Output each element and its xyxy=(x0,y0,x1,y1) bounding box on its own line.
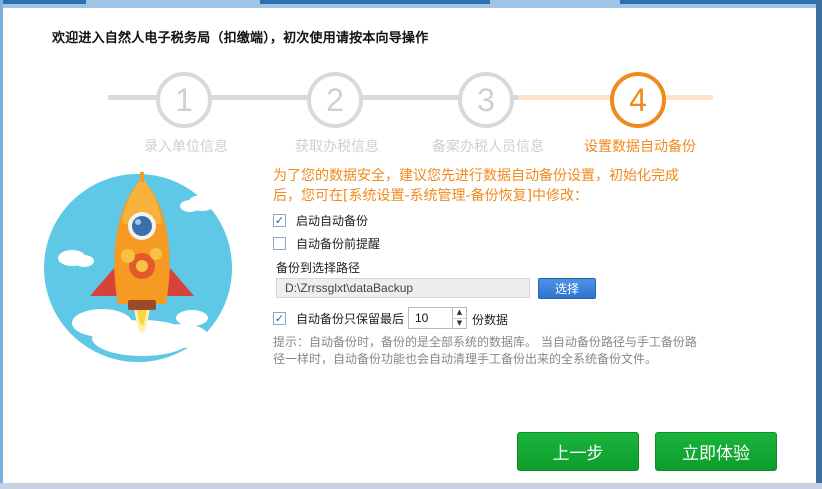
backup-hint: 提示：自动备份时，备份的是全部系统的数据库。 当自动备份路径与手工备份路径一样时… xyxy=(273,335,697,366)
backup-path-label: 备份到选择路径 xyxy=(276,261,361,275)
step-4-label: 设置数据自动备份 xyxy=(584,139,696,155)
step-2-circle: 2 xyxy=(307,72,363,128)
keep-latest-row[interactable]: 自动备份只保留最后 xyxy=(273,310,404,327)
backup-path-input[interactable]: D:\Zrrssglxt\dataBackup xyxy=(276,278,530,298)
enable-auto-backup-checkbox[interactable] xyxy=(273,214,286,227)
enable-auto-backup-label: 启动自动备份 xyxy=(296,214,369,228)
backup-intro: 为了您的数据安全，建议您先进行数据自动备份设置，初始化完成后，您可在[系统设置-… xyxy=(273,168,679,204)
rocket-illustration xyxy=(44,172,232,362)
step-3-circle: 3 xyxy=(458,72,514,128)
step-4-circle: 4 xyxy=(610,72,666,128)
keep-count-value[interactable]: 10 xyxy=(409,308,452,328)
step-3-label: 备案办税人员信息 xyxy=(432,139,544,155)
step-progress: 1 2 3 4 录入单位信息 获取办税信息 备案办税人员信息 设置数据自动备份 xyxy=(0,66,822,156)
start-now-button[interactable]: 立即体验 xyxy=(655,432,777,471)
enable-auto-backup-row[interactable]: 启动自动备份 xyxy=(273,212,368,229)
step-2-label: 获取办税信息 xyxy=(295,139,379,155)
window-bottom-border xyxy=(0,483,822,489)
keep-count-stepper[interactable]: 10 ▲ ▼ xyxy=(408,307,467,329)
stepper-arrows[interactable]: ▲ ▼ xyxy=(452,308,466,328)
choose-path-button[interactable]: 选择 xyxy=(538,278,596,299)
step-1-label: 录入单位信息 xyxy=(144,139,228,155)
remind-before-backup-row[interactable]: 自动备份前提醒 xyxy=(273,235,380,252)
stepper-down-icon[interactable]: ▼ xyxy=(453,319,466,329)
prev-step-button[interactable]: 上一步 xyxy=(517,432,639,471)
keep-latest-checkbox[interactable] xyxy=(273,312,286,325)
welcome-title: 欢迎进入自然人电子税务局（扣缴端），初次使用请按本向导操作 xyxy=(52,31,429,46)
remind-before-backup-checkbox[interactable] xyxy=(273,237,286,250)
remind-before-backup-label: 自动备份前提醒 xyxy=(296,237,381,251)
keep-count-suffix: 份数据 xyxy=(472,313,509,327)
stepper-up-icon[interactable]: ▲ xyxy=(453,308,466,319)
step-1-circle: 1 xyxy=(156,72,212,128)
keep-latest-label: 自动备份只保留最后 xyxy=(296,312,405,326)
window-top-border xyxy=(0,0,822,8)
